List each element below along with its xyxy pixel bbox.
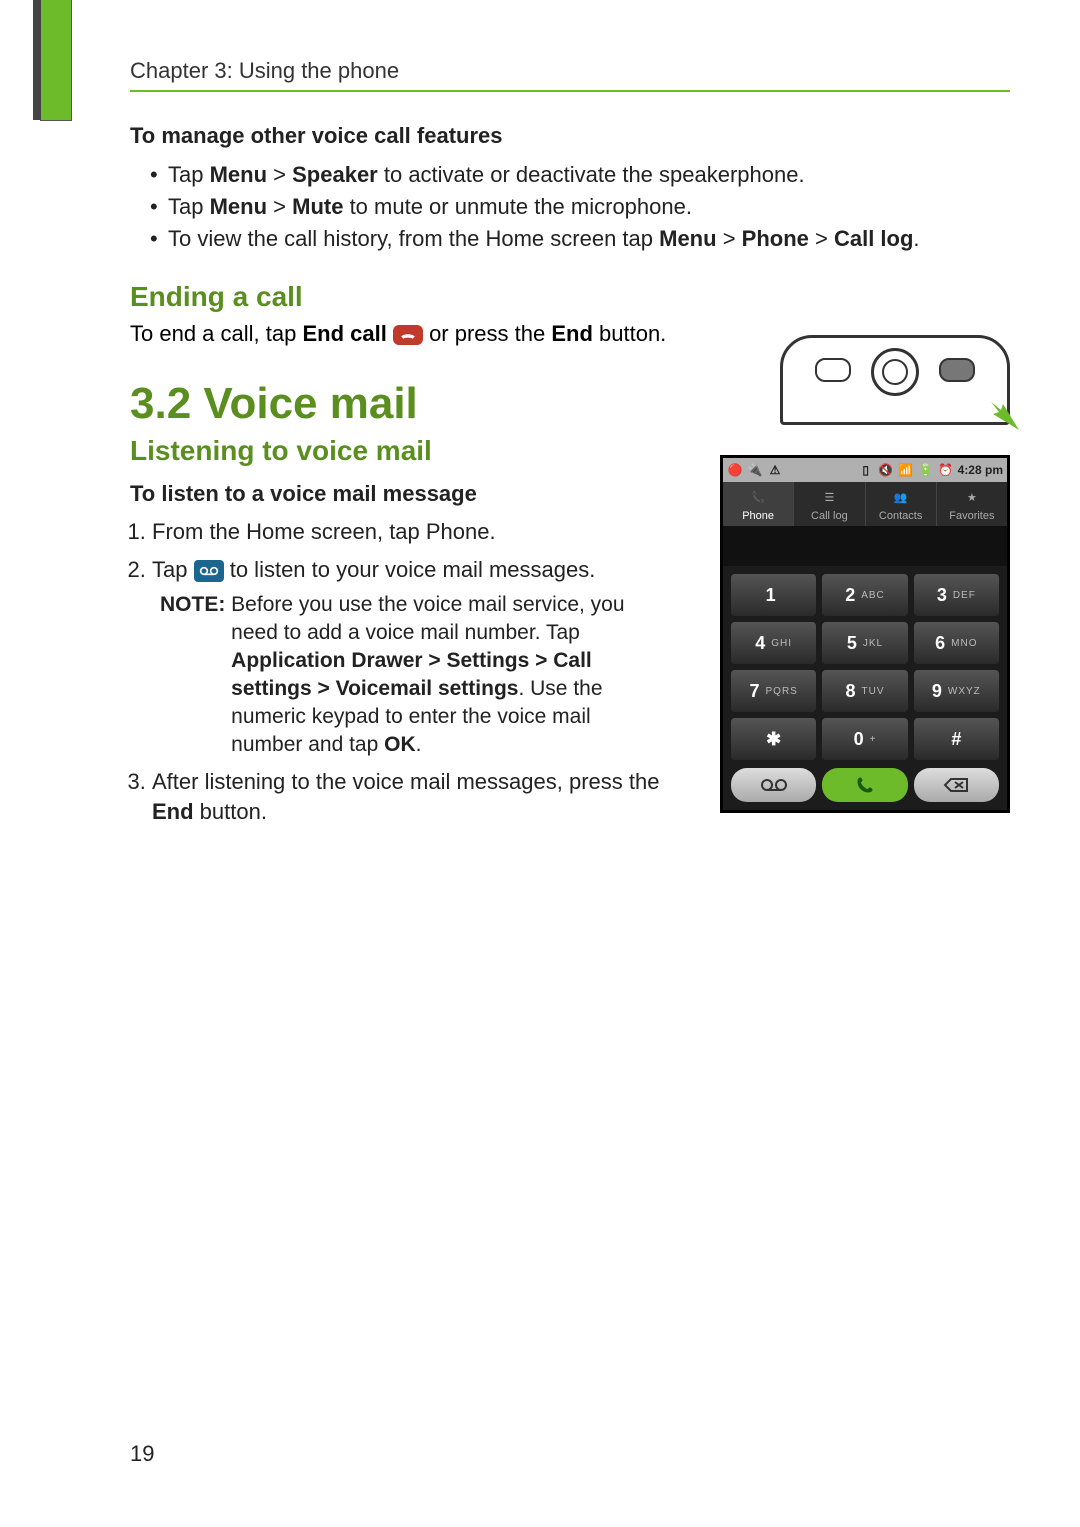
signal-icon: 📶 [898,462,914,478]
key-7[interactable]: 7PQRS [731,670,816,712]
voicemail-steps: From the Home screen, tap Phone. Tap to … [152,517,672,827]
list-item: Tap Menu > Speaker to activate or deacti… [150,159,1010,191]
pointer-arrow-icon [981,392,1021,432]
sim-icon: ▯ [858,462,874,478]
list-icon: ☰ [824,491,834,504]
usb-icon: 🔌 [747,462,763,478]
call-button-illustration [815,358,851,382]
list-item: From the Home screen, tap Phone. [152,517,672,547]
ending-call-heading: Ending a call [130,281,1010,313]
phone-dialer-screenshot: 🔴 🔌 ⚠ ▯ 🔇 📶 🔋 ⏰ 4:28 pm 📞 Phone ☰ Ca [720,455,1010,813]
key-4[interactable]: 4GHI [731,622,816,664]
phone-icon: 📞 [751,491,765,504]
tab-call-log[interactable]: ☰ Call log [794,482,865,526]
number-display [723,526,1007,566]
backspace-icon [943,777,969,793]
key-6[interactable]: 6MNO [914,622,999,664]
manage-features-heading: To manage other voice call features [130,123,1010,149]
manage-features-list: Tap Menu > Speaker to activate or deacti… [150,159,1010,255]
star-icon: ★ [967,491,977,504]
warning-icon: ⚠ [767,462,783,478]
key-9[interactable]: 9WXYZ [914,670,999,712]
battery-icon: 🔋 [918,462,934,478]
key-8[interactable]: 8TUV [822,670,907,712]
chapter-header: Chapter 3: Using the phone [130,58,1010,84]
status-bar: 🔴 🔌 ⚠ ▯ 🔇 📶 🔋 ⏰ 4:28 pm [723,458,1007,482]
list-item: After listening to the voice mail messag… [152,767,672,827]
key-5[interactable]: 5JKL [822,622,907,664]
note-block: NOTE: Before you use the voice mail serv… [160,591,672,759]
key-hash[interactable]: # [914,718,999,760]
phone-top-illustration [780,335,1010,425]
list-item: To view the call history, from the Home … [150,223,1010,255]
ending-call-text: To end a call, tap End call or press the… [130,319,690,349]
contacts-icon: 👥 [894,491,908,504]
mute-icon: 🔇 [878,462,894,478]
tab-contacts[interactable]: 👥 Contacts [866,482,937,526]
key-star[interactable]: ✱ [731,718,816,760]
voicemail-glyph-icon [760,777,788,793]
key-1[interactable]: 1 [731,574,816,616]
tab-favorites[interactable]: ★ Favorites [937,482,1007,526]
status-time: 4:28 pm [958,463,1003,477]
list-item: Tap Menu > Mute to mute or unmute the mi… [150,191,1010,223]
alarm-icon: ⏰ [938,462,954,478]
dialer-tabs: 📞 Phone ☰ Call log 👥 Contacts ★ Favorite… [723,482,1007,526]
backspace-key[interactable] [914,768,999,802]
key-2[interactable]: 2ABC [822,574,907,616]
end-button-illustration [939,358,975,382]
tab-phone[interactable]: 📞 Phone [723,482,794,526]
phone-handset-icon [855,775,875,795]
keypad: 1 2ABC 3DEF 4GHI 5JKL 6MNO 7PQRS 8TUV 9W… [723,566,1007,768]
bottom-action-row [723,768,1007,810]
key-3[interactable]: 3DEF [914,574,999,616]
page-number: 19 [130,1441,154,1467]
end-call-icon [393,325,423,345]
horizontal-rule [130,90,1010,92]
voicemail-icon [194,560,224,582]
key-0[interactable]: 0+ [822,718,907,760]
list-item: Tap to listen to your voice mail message… [152,555,672,759]
dial-key[interactable] [822,768,907,802]
voicemail-key[interactable] [731,768,816,802]
trackball-illustration [871,348,919,396]
notification-icon: 🔴 [727,462,743,478]
page-tab-decor [40,0,72,121]
